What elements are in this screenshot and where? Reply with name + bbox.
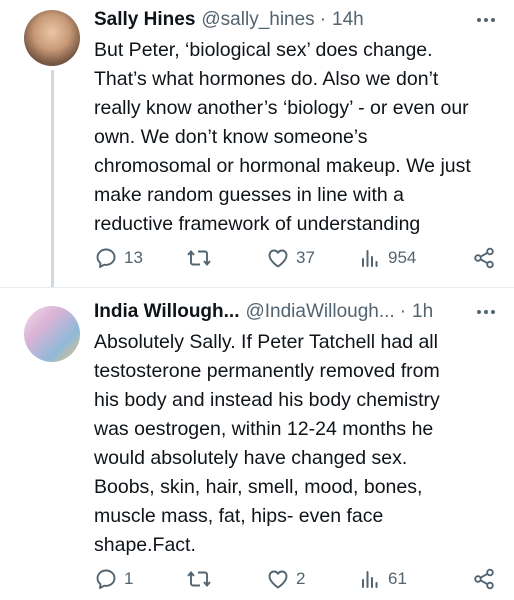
- tweet-text: Absolutely Sally. If Peter Tatchell had …: [94, 331, 440, 556]
- reply-count: 13: [124, 248, 143, 267]
- avatar[interactable]: [24, 306, 80, 362]
- retweet-icon: [186, 246, 212, 270]
- author-name[interactable]: Sally Hines: [94, 9, 195, 31]
- tweet[interactable]: India Willough... @IndiaWillough... · 1h…: [0, 288, 514, 600]
- author-handle[interactable]: @IndiaWillough...: [245, 301, 394, 323]
- reply-button[interactable]: 1: [94, 564, 133, 594]
- more-icon[interactable]: [474, 8, 498, 32]
- avatar[interactable]: [24, 10, 80, 66]
- heart-icon: [266, 567, 290, 591]
- views-count: 61: [388, 569, 407, 588]
- views-icon: [358, 567, 382, 591]
- reply-icon: [94, 246, 118, 270]
- heart-icon: [266, 246, 290, 270]
- separator-dot: ·: [399, 301, 407, 322]
- share-button[interactable]: [472, 243, 496, 273]
- reply-icon: [94, 567, 118, 591]
- views-icon: [358, 246, 382, 270]
- author-handle[interactable]: @sally_hines: [201, 9, 314, 31]
- reply-button[interactable]: 13: [94, 243, 143, 273]
- views-count: 954: [388, 248, 417, 267]
- retweet-icon: [186, 567, 212, 591]
- like-button[interactable]: 2: [266, 564, 305, 594]
- author-name[interactable]: India Willough...: [94, 301, 239, 323]
- action-bar: 13 37 954: [94, 243, 496, 273]
- views-button[interactable]: 61: [358, 564, 407, 594]
- retweet-button[interactable]: [186, 564, 218, 594]
- tweet-header: India Willough... @IndiaWillough... · 1h: [94, 300, 498, 324]
- timestamp[interactable]: 14h: [332, 9, 364, 31]
- timestamp[interactable]: 1h: [412, 301, 433, 323]
- like-count: 37: [296, 248, 315, 267]
- retweet-button[interactable]: [186, 243, 218, 273]
- tweet[interactable]: Sally Hines @sally_hines · 14h But Peter…: [0, 0, 514, 288]
- thread-line: [51, 70, 54, 288]
- share-icon: [472, 567, 496, 591]
- action-bar: 1 2 61: [94, 564, 496, 594]
- separator-dot: ·: [319, 9, 327, 30]
- share-icon: [472, 246, 496, 270]
- tweet-header: Sally Hines @sally_hines · 14h: [94, 8, 498, 32]
- like-button[interactable]: 37: [266, 243, 315, 273]
- views-button[interactable]: 954: [358, 243, 416, 273]
- more-icon[interactable]: [474, 300, 498, 324]
- share-button[interactable]: [472, 564, 496, 594]
- tweet-text: But Peter, ‘biological sex’ does change.…: [94, 39, 471, 235]
- reply-count: 1: [124, 569, 134, 588]
- like-count: 2: [296, 569, 306, 588]
